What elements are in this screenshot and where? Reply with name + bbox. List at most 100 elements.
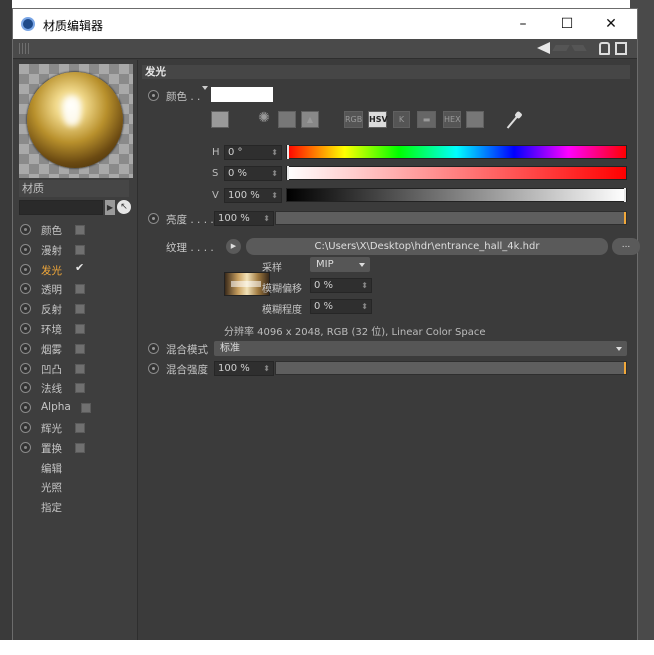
color-radio[interactable]: [148, 90, 159, 101]
mode-kelvin-button[interactable]: K: [393, 111, 410, 128]
channel-environment[interactable]: 环境: [17, 319, 135, 339]
channel-diffusion[interactable]: 漫射: [17, 240, 135, 260]
channel-radio[interactable]: [20, 243, 31, 255]
channel-radio[interactable]: [20, 362, 31, 374]
color-dropdown-icon[interactable]: [202, 86, 208, 90]
channel-radio[interactable]: [20, 224, 31, 235]
color-wheel-picker-icon[interactable]: [211, 111, 229, 128]
color-swatch[interactable]: [211, 87, 273, 102]
channel-checkbox[interactable]: [75, 225, 85, 235]
saturation-field[interactable]: 0 % ⬍: [224, 166, 282, 181]
sampling-select[interactable]: MIP: [310, 257, 370, 272]
up-arrow-icon[interactable]: [552, 45, 570, 51]
channel-checkbox[interactable]: [75, 343, 85, 354]
channel-displacement[interactable]: 置换: [17, 438, 135, 458]
texture-path-button[interactable]: C:\Users\X\Desktop\hdr\entrance_hall_4k.…: [246, 238, 608, 255]
mode-hsv-button[interactable]: HSV: [368, 111, 388, 128]
texture-browse-button[interactable]: ...: [612, 238, 640, 255]
channel-radio[interactable]: [20, 402, 31, 414]
preview-sphere: [27, 72, 123, 168]
brightness-slider[interactable]: [275, 211, 627, 225]
mix-strength-radio[interactable]: [148, 363, 159, 374]
mix-strength-field[interactable]: 100 % ⬍: [214, 361, 274, 376]
texture-menu-arrow-icon[interactable]: ▶: [226, 239, 241, 254]
channel-radio[interactable]: [20, 382, 31, 394]
mode-hex-button[interactable]: HEX: [443, 111, 461, 128]
maximize-button[interactable]: ☐: [545, 13, 589, 35]
eyedropper-icon[interactable]: [506, 114, 520, 129]
mode-rgb-button[interactable]: RGB: [344, 111, 363, 128]
channel-label: 置换: [41, 442, 62, 455]
brightness-radio[interactable]: [148, 213, 159, 224]
mix-strength-slider[interactable]: [275, 361, 627, 375]
material-pick-icon[interactable]: ↖: [117, 200, 131, 214]
app-icon: [21, 17, 35, 31]
hue-slider[interactable]: [286, 145, 627, 159]
channel-radio[interactable]: [20, 283, 31, 295]
sun-icon[interactable]: ✺: [256, 111, 272, 128]
channel-label: 发光: [41, 264, 62, 277]
mixer-icon[interactable]: ▬: [417, 111, 436, 128]
material-name[interactable]: 材质: [19, 180, 129, 197]
blur-offset-label: 模糊偏移: [262, 284, 302, 295]
channel-checkbox[interactable]: [75, 244, 85, 255]
value-field[interactable]: 100 % ⬍: [224, 188, 282, 203]
channel-normal[interactable]: 法线: [17, 378, 135, 398]
material-link-arrow-icon[interactable]: ▶: [105, 200, 115, 215]
new-window-icon[interactable]: [615, 42, 627, 55]
blur-scale-field[interactable]: 0 % ⬍: [310, 299, 372, 314]
channel-checkbox[interactable]: [75, 422, 85, 433]
channel-list: 颜色 漫射 发光 ✔ 透明 反射 环境 烟雾 凹凸 法线 Alpha 辉光 置换…: [17, 220, 135, 517]
attribute-panel: 发光 颜色 . . ✺ ▲ RGB HSV K ▬ HEX H 0 ° ⬍ S 0…: [137, 60, 640, 643]
channel-checkbox[interactable]: [75, 442, 85, 453]
channel-glow[interactable]: 辉光: [17, 418, 135, 438]
channel-radio[interactable]: [20, 421, 31, 433]
value-slider[interactable]: [286, 188, 627, 202]
channel-alpha[interactable]: Alpha: [17, 398, 135, 418]
channel-radio[interactable]: [20, 322, 31, 334]
tab-illumination[interactable]: 光照: [17, 477, 135, 497]
back-arrow-icon[interactable]: [537, 42, 550, 54]
check-mark-icon[interactable]: ✔: [75, 261, 85, 274]
channel-label: 环境: [41, 323, 62, 336]
channel-transparency[interactable]: 透明: [17, 279, 135, 299]
saturation-slider[interactable]: [286, 166, 627, 180]
channel-radio[interactable]: [20, 441, 31, 453]
channel-checkbox[interactable]: [81, 403, 91, 414]
channel-radio[interactable]: [20, 303, 31, 315]
channel-checkbox[interactable]: [75, 304, 85, 315]
blur-offset-field[interactable]: 0 % ⬍: [310, 278, 372, 293]
color-label: 颜色 . .: [166, 91, 201, 103]
close-button[interactable]: ✕: [589, 13, 633, 35]
channel-radio[interactable]: [20, 263, 31, 275]
hue-label: H: [212, 147, 220, 158]
channel-radio[interactable]: [20, 342, 31, 354]
image-picker-icon[interactable]: ▲: [301, 111, 319, 128]
mix-mode-select[interactable]: 标准: [214, 341, 627, 356]
value-label: V: [212, 190, 219, 201]
grip-icon[interactable]: [19, 43, 31, 54]
mix-mode-radio[interactable]: [148, 343, 159, 354]
channel-label: 漫射: [41, 244, 62, 257]
hue-field[interactable]: 0 ° ⬍: [224, 145, 282, 160]
channel-color[interactable]: 颜色: [17, 220, 135, 240]
channel-fog[interactable]: 烟雾: [17, 339, 135, 359]
channel-checkbox[interactable]: [75, 284, 85, 295]
channel-bump[interactable]: 凹凸: [17, 359, 135, 379]
channel-luminance[interactable]: 发光 ✔: [17, 260, 135, 280]
channel-label: 辉光: [41, 422, 62, 435]
channel-checkbox[interactable]: [75, 383, 85, 394]
lock-icon[interactable]: [599, 42, 610, 55]
brightness-field[interactable]: 100 % ⬍: [214, 211, 274, 226]
forward-arrow-icon[interactable]: [571, 45, 587, 51]
tab-assign[interactable]: 指定: [17, 497, 135, 517]
channel-checkbox[interactable]: [75, 323, 85, 334]
tab-editor[interactable]: 编辑: [17, 458, 135, 478]
palette-icon[interactable]: [466, 111, 484, 128]
swatch-grid-icon[interactable]: [278, 111, 296, 128]
channel-checkbox[interactable]: [75, 363, 85, 374]
material-preview[interactable]: [19, 64, 133, 178]
channel-reflectance[interactable]: 反射: [17, 299, 135, 319]
minimize-button[interactable]: –: [501, 13, 545, 35]
material-link-field[interactable]: [19, 200, 103, 215]
